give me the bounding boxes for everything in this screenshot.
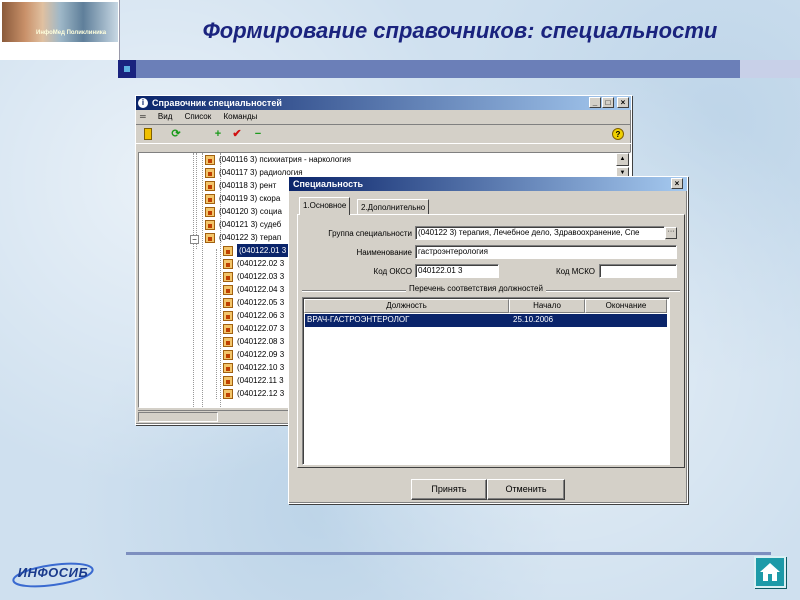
home-icon bbox=[760, 563, 780, 581]
tree-item[interactable]: (040122.10 3 bbox=[237, 361, 284, 374]
tree-item[interactable]: (040122.05 3 bbox=[237, 296, 284, 309]
slide-title: Формирование справочников: специальности bbox=[202, 18, 718, 43]
app-logo: ИнфоМед Поликлиника bbox=[0, 0, 120, 60]
add-icon[interactable]: + bbox=[212, 128, 224, 140]
footer-line bbox=[126, 552, 771, 555]
group-field[interactable]: (040122 3) терапия, Лечебное дело, Здрав… bbox=[415, 226, 665, 240]
tree-item[interactable]: (040118 3) рент bbox=[219, 179, 276, 192]
group-lookup-button[interactable]: ··· bbox=[665, 227, 677, 239]
tree-item[interactable]: (040122.11 3 bbox=[237, 374, 284, 387]
group-label: Группа специальности bbox=[328, 229, 412, 238]
tree-item[interactable]: (040122.04 3 bbox=[237, 283, 284, 296]
close-button[interactable]: × bbox=[617, 97, 629, 108]
column-start[interactable]: Начало bbox=[509, 299, 585, 313]
logo-photo bbox=[2, 2, 118, 42]
exit-door-icon[interactable] bbox=[144, 128, 152, 140]
tree-item[interactable]: (040121 3) судеб bbox=[219, 218, 281, 231]
tree-item[interactable]: (040122.09 3 bbox=[237, 348, 284, 361]
tree-item[interactable]: (040122 3) терап bbox=[219, 231, 281, 244]
header-bar-accent bbox=[740, 60, 800, 78]
maximize-button[interactable]: □ bbox=[602, 97, 614, 108]
tree-item[interactable]: (040122.06 3 bbox=[237, 309, 284, 322]
collapse-node-icon[interactable]: − bbox=[190, 235, 199, 244]
positions-group-title: Перечень соответствия должностей bbox=[406, 284, 546, 293]
tree-item[interactable]: (040122.08 3 bbox=[237, 335, 284, 348]
logo-title: ИнфоМед Поликлиника bbox=[36, 30, 107, 36]
apply-check-icon[interactable]: ✔ bbox=[231, 128, 243, 140]
specialties-window-title: Справочник специальностей bbox=[152, 98, 282, 108]
msko-field[interactable] bbox=[599, 264, 677, 278]
info-icon: i bbox=[138, 98, 148, 108]
tree-item[interactable]: (040122.12 3 bbox=[237, 387, 284, 400]
remove-icon[interactable]: − bbox=[252, 128, 264, 140]
help-icon[interactable]: ? bbox=[612, 128, 624, 140]
refresh-icon[interactable]: ⟳ bbox=[170, 128, 182, 140]
specialty-dialog: Специальность × 1.Основное 2.Дополнитель… bbox=[288, 176, 688, 504]
minimize-button[interactable]: _ bbox=[589, 97, 601, 108]
dialog-close-button[interactable]: × bbox=[671, 178, 683, 189]
tab-main-panel: Группа специальности (040122 3) терапия,… bbox=[297, 214, 685, 468]
name-field[interactable]: гастроэнтерология bbox=[415, 245, 677, 259]
header-bar bbox=[118, 60, 800, 78]
specialty-dialog-titlebar: Специальность × bbox=[289, 177, 687, 191]
tree-item[interactable]: (040119 3) скора bbox=[219, 192, 280, 205]
tab-main[interactable]: 1.Основное bbox=[299, 197, 351, 215]
okso-label: Код ОКСО bbox=[373, 267, 412, 276]
tab-additional[interactable]: 2.Дополнительно bbox=[357, 199, 430, 215]
menu-list[interactable]: Список bbox=[185, 112, 212, 121]
tree-item[interactable]: (040116 3) психиатрия - наркология bbox=[219, 153, 351, 166]
toolbar: ⟳ + ✔ − ? bbox=[136, 124, 631, 144]
tree-item[interactable]: (040122.07 3 bbox=[237, 322, 284, 335]
positions-row[interactable]: ВРАЧ-ГАСТРОЭНТЕРОЛОГ 25.10.2006 bbox=[304, 313, 668, 328]
header-square-icon bbox=[118, 60, 136, 78]
menu-system-icon[interactable]: ═ bbox=[140, 112, 146, 121]
menubar: ═ Вид Список Команды bbox=[136, 110, 631, 124]
name-label: Наименование bbox=[356, 248, 412, 257]
msko-label: Код МСКО bbox=[555, 267, 595, 276]
scroll-up-button[interactable]: ▲ bbox=[616, 153, 629, 166]
tree-item-selected[interactable]: (040122.01 3 bbox=[235, 243, 290, 258]
column-end[interactable]: Окончание bbox=[585, 299, 667, 313]
infosib-logo-text: ИНФОСИБ bbox=[17, 565, 89, 580]
tree-item[interactable]: (040120 3) социа bbox=[219, 205, 282, 218]
home-button[interactable] bbox=[754, 556, 786, 588]
specialties-window-titlebar: i Справочник специальностей _ □ × bbox=[136, 96, 631, 110]
cancel-button[interactable]: Отменить bbox=[487, 479, 565, 500]
position-cell: ВРАЧ-ГАСТРОЭНТЕРОЛОГ bbox=[307, 315, 410, 324]
tree-item[interactable]: (040122.02 3 bbox=[237, 257, 284, 270]
accept-button[interactable]: Принять bbox=[411, 479, 487, 500]
column-position[interactable]: Должность bbox=[304, 299, 509, 313]
specialty-dialog-title: Специальность bbox=[293, 179, 364, 189]
tree-item[interactable]: (040122.03 3 bbox=[237, 270, 284, 283]
start-cell: 25.10.2006 bbox=[513, 315, 554, 324]
menu-commands[interactable]: Команды bbox=[223, 112, 257, 121]
menu-view[interactable]: Вид bbox=[158, 112, 172, 121]
okso-field[interactable]: 040122.01 3 bbox=[415, 264, 499, 278]
positions-grid[interactable]: Должность Начало Окончание ВРАЧ-ГАСТРОЭН… bbox=[302, 297, 670, 465]
